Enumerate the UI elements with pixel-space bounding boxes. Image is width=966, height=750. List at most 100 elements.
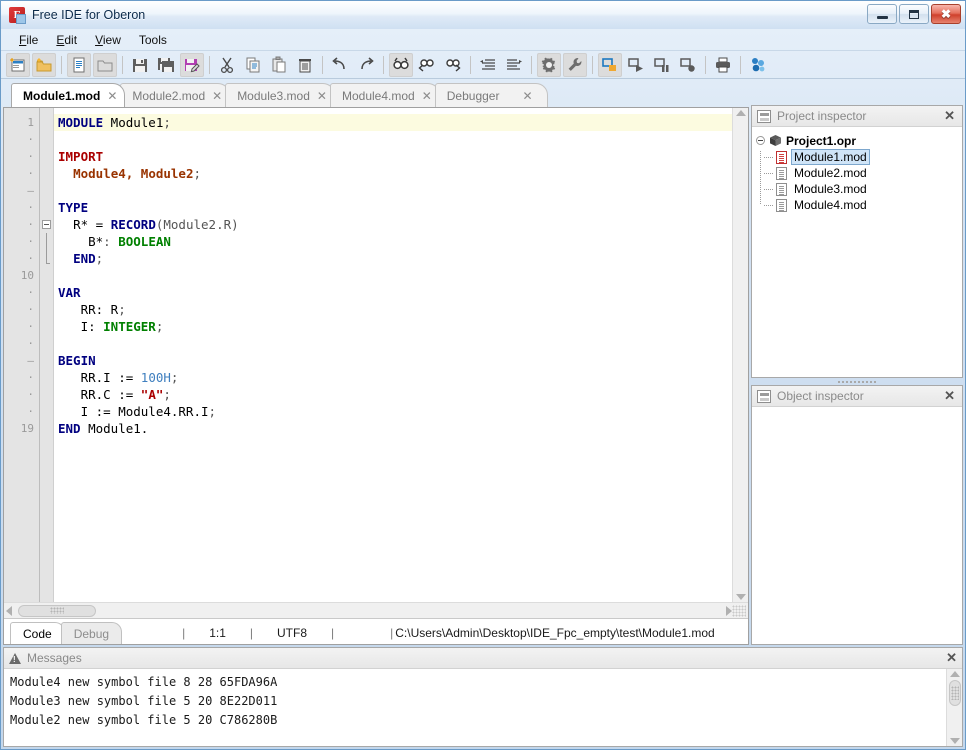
code-line: IMPORT [54, 148, 732, 165]
about-icon[interactable] [746, 53, 770, 77]
maximize-button[interactable] [899, 4, 929, 24]
message-line: Module3 new symbol file 5 20 8E22D011 [10, 694, 278, 708]
delete-icon[interactable] [293, 53, 317, 77]
toolbar-separator [322, 55, 323, 74]
code-folding-column[interactable] [40, 108, 54, 602]
status-tab-debug[interactable]: Debug [60, 622, 123, 644]
unindent-icon[interactable] [476, 53, 500, 77]
settings-gear-icon[interactable] [537, 52, 561, 77]
close-icon[interactable]: ✕ [422, 89, 432, 103]
scroll-down-icon[interactable] [735, 594, 746, 600]
close-icon[interactable]: ✕ [212, 89, 222, 103]
build-icon[interactable] [598, 52, 622, 77]
run-icon[interactable] [624, 53, 648, 77]
toolbar-separator [61, 55, 62, 74]
new-project-icon[interactable] [6, 52, 30, 77]
code-token: (Module2.R) [155, 217, 239, 232]
close-icon[interactable]: ✕ [317, 89, 327, 103]
editor-surface: 1 · · · – · · · · 10 · · · · – · · · 19 MODULE Module1; IM… [4, 108, 748, 602]
tree-node-module4[interactable]: Module4.mod [764, 197, 958, 213]
vscroll-thumb[interactable] [948, 680, 961, 706]
pause-icon[interactable] [650, 53, 674, 77]
fold-row [40, 318, 53, 335]
editor-tab-debugger[interactable]: Debugger ✕ [434, 83, 548, 107]
caret-position: 1:1 [209, 626, 226, 640]
code-token: 100H [140, 370, 171, 385]
new-file-icon[interactable] [67, 52, 91, 77]
scroll-left-icon[interactable] [6, 605, 12, 616]
stop-icon[interactable] [676, 53, 700, 77]
hscroll-thumb[interactable] [18, 604, 96, 617]
indent-icon[interactable] [502, 53, 526, 77]
line-number: · [27, 235, 34, 248]
messages-vertical-scrollbar[interactable] [946, 669, 962, 746]
close-icon[interactable]: ✕ [522, 89, 532, 103]
menu-item-tools[interactable]: Tools [130, 31, 176, 49]
close-icon[interactable]: ✕ [944, 388, 957, 404]
editor-horizontal-scrollbar[interactable] [4, 602, 748, 618]
code-token: "A" [140, 387, 164, 402]
editor-tab-module2[interactable]: Module2.mod ✕ [120, 83, 231, 107]
dock-splitter[interactable] [751, 378, 963, 385]
collapse-icon[interactable] [756, 136, 765, 145]
copy-icon[interactable] [241, 53, 265, 77]
tree-node-module3[interactable]: Module3.mod [764, 181, 958, 197]
open-project-icon[interactable] [32, 52, 56, 77]
code-token: ; [163, 115, 171, 130]
save-icon[interactable] [128, 53, 152, 77]
find-previous-icon[interactable] [415, 53, 439, 77]
print-icon[interactable] [711, 53, 735, 77]
tree-node-module2[interactable]: Module2.mod [764, 165, 958, 181]
scroll-up-icon[interactable] [735, 110, 746, 116]
status-tab-code[interactable]: Code [10, 622, 65, 644]
save-all-icon[interactable] [154, 53, 178, 77]
code-token: = [88, 217, 111, 232]
find-icon[interactable] [389, 52, 413, 77]
open-file-icon[interactable] [93, 52, 117, 77]
line-number: · [27, 167, 34, 180]
fold-collapse-icon[interactable] [42, 220, 51, 229]
line-number: · [27, 388, 34, 401]
project-tree[interactable]: Project1.opr Module1.mod Module2.mod Mod… [752, 127, 962, 377]
messages-text[interactable]: Module4 new symbol file 8 28 65FDA96A Mod… [4, 669, 946, 746]
scroll-down-icon[interactable] [949, 738, 960, 744]
minimize-icon [876, 15, 888, 19]
find-next-icon[interactable] [441, 53, 465, 77]
line-number: 10 [20, 269, 34, 282]
close-icon[interactable]: ✕ [944, 108, 957, 124]
fold-row [40, 182, 53, 199]
editor-tab-label: Debugger [446, 88, 500, 103]
editor-tab-module3[interactable]: Module3.mod ✕ [225, 83, 335, 107]
cut-icon[interactable] [215, 53, 239, 77]
redo-icon[interactable] [354, 53, 378, 77]
status-separator: | [182, 626, 186, 640]
editor-status-bar: Code Debug | 1:1 | UTF8 | | C:\Users\Adm… [4, 618, 748, 644]
minimize-button[interactable] [867, 4, 897, 24]
object-inspector-header: Object inspector ✕ [752, 386, 962, 407]
code-line: TYPE [54, 199, 732, 216]
close-icon[interactable]: ✕ [946, 650, 957, 666]
object-inspector-body[interactable] [752, 407, 962, 644]
code-text-area[interactable]: MODULE Module1; IMPORT Module4, Module2;… [54, 108, 732, 602]
tree-node-module1[interactable]: Module1.mod [764, 149, 958, 165]
scroll-up-icon[interactable] [949, 671, 960, 677]
tools-wrench-icon[interactable] [563, 52, 587, 77]
editor-tab-module4[interactable]: Module4.mod ✕ [329, 83, 440, 107]
toolbar [1, 51, 965, 79]
editor-vertical-scrollbar[interactable] [732, 108, 748, 602]
paste-icon[interactable] [267, 53, 291, 77]
save-as-icon[interactable] [180, 52, 204, 77]
editor-tab-label: Module3.mod [237, 88, 310, 103]
editor-tab-module1[interactable]: Module1.mod ✕ [11, 83, 126, 107]
menu-item-file[interactable]: File [10, 31, 47, 49]
menu-item-view[interactable]: View [86, 31, 130, 49]
encoding-label: UTF8 [277, 626, 307, 640]
close-icon[interactable]: ✕ [107, 89, 117, 103]
line-number: 19 [20, 422, 34, 435]
menu-item-edit[interactable]: Edit [47, 31, 86, 49]
tree-root-project[interactable]: Project1.opr [756, 132, 958, 149]
undo-icon[interactable] [328, 53, 352, 77]
close-button[interactable]: ✖ [931, 4, 961, 24]
